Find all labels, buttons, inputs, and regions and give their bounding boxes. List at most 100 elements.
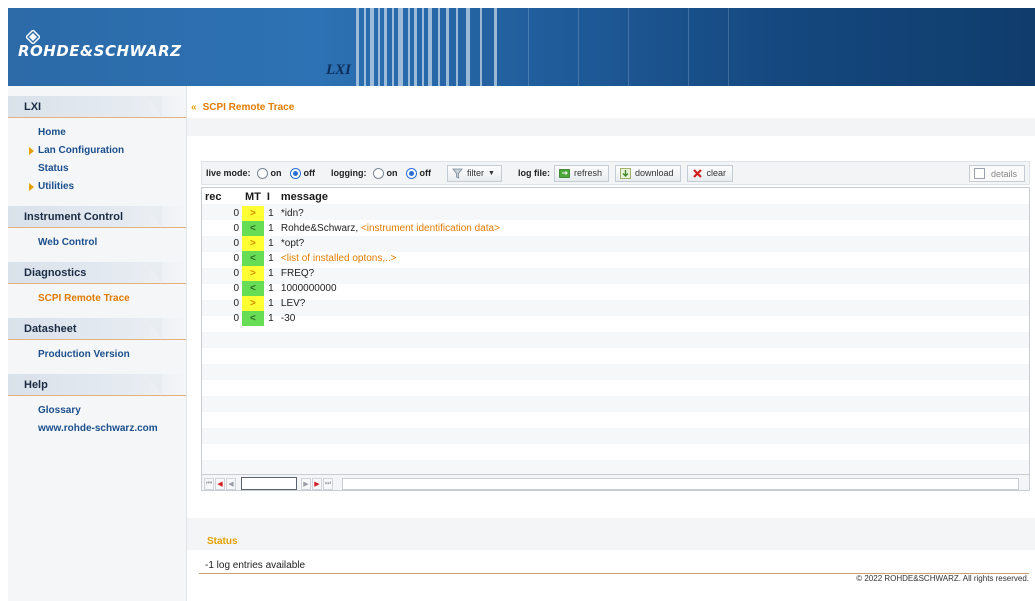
table-row[interactable]: 0 > 1 *opt?: [202, 236, 503, 251]
column-header-rec[interactable]: rec: [202, 188, 242, 206]
sidebar-item-label: Utilities: [38, 181, 75, 192]
cell-message: LEV?: [278, 296, 503, 311]
live-mode-on-label: on: [270, 168, 282, 178]
cell-mt: <: [242, 311, 264, 326]
trace-pager: ⏮ ◀ ◀ ▶ ▶ ⏭: [202, 474, 1029, 490]
table-row[interactable]: 0 < 1 1000000000: [202, 281, 503, 296]
download-button[interactable]: download: [614, 164, 681, 182]
refresh-icon: [559, 168, 570, 178]
first-page-icon[interactable]: ⏮: [204, 477, 214, 490]
copyright: © 2022 ROHDE&SCHWARZ. All rights reserve…: [856, 574, 1029, 583]
cell-level: 1: [268, 313, 274, 324]
message-text: -30: [280, 313, 296, 324]
sidebar-section-instrument-control: Instrument Control: [8, 206, 186, 228]
prev-page-icon[interactable]: ◀: [226, 477, 236, 490]
column-header-mt[interactable]: MT: [242, 188, 264, 206]
table-row[interactable]: 0 < 1 <list of installed optons,..>: [202, 251, 503, 266]
cell-message: 1000000000: [278, 281, 503, 296]
logging-label: logging:: [331, 168, 367, 178]
cell-rec: 0: [233, 223, 239, 234]
sidebar-item-status[interactable]: Status: [8, 160, 186, 178]
message-text: *opt?: [280, 238, 305, 249]
filter-button[interactable]: filter ▼: [447, 164, 502, 182]
sidebar-section-datasheet: Datasheet: [8, 318, 186, 340]
refresh-label: refresh: [573, 168, 602, 178]
cell-level: 1: [268, 208, 274, 219]
brand-logo[interactable]: ROHDE&SCHWARZ: [18, 42, 182, 60]
sidebar-item-glossary[interactable]: Glossary: [8, 402, 186, 420]
sidebar-item-production-version[interactable]: Production Version: [8, 346, 186, 364]
download-icon: [620, 167, 631, 179]
table-row[interactable]: 0 > 1 LEV?: [202, 296, 503, 311]
lxi-logo: LXI: [326, 62, 352, 78]
live-mode-off-radio[interactable]: [289, 167, 301, 179]
sidebar-item-website[interactable]: www.rohde-schwarz.com: [8, 420, 186, 438]
live-mode-label: live mode:: [206, 168, 251, 178]
cell-mt: >: [242, 206, 264, 221]
page-number-input[interactable]: [241, 477, 297, 490]
cell-message: *idn?: [278, 206, 503, 221]
cell-message: Rohde&Schwarz, <instrument identificatio…: [278, 221, 503, 236]
fast-forward-icon[interactable]: ▶: [312, 477, 322, 490]
sidebar-section-diagnostics: Diagnostics: [8, 262, 186, 284]
cell-level: 1: [268, 283, 274, 294]
cell-rec: 0: [233, 253, 239, 264]
cell-rec: 0: [233, 298, 239, 309]
table-row[interactable]: 0 > 1 FREQ?: [202, 266, 503, 281]
column-header-level[interactable]: I: [264, 188, 278, 206]
sidebar-item-lan-configuration[interactable]: Lan Configuration: [8, 142, 186, 160]
sidebar-section-lxi: LXI: [8, 96, 186, 118]
download-label: download: [634, 168, 674, 178]
sidebar-item-label: SCPI Remote Trace: [38, 293, 130, 304]
sidebar-item-home[interactable]: Home: [8, 124, 186, 142]
filter-icon: [452, 168, 463, 179]
column-header-message[interactable]: message: [278, 188, 503, 206]
trace-toolbar: live mode: on off logging: on off filter…: [201, 161, 1030, 185]
details-label: details: [991, 168, 1018, 179]
clear-label: clear: [706, 168, 727, 178]
logging-off-radio[interactable]: [405, 167, 417, 179]
sidebar-item-web-control[interactable]: Web Control: [8, 234, 186, 252]
cell-mt: <: [242, 281, 264, 296]
trace-table: rec MT I message 0 > 1 *idn? 0 < 1 Rohde…: [202, 188, 503, 326]
status-band: [187, 518, 1035, 550]
fast-back-icon[interactable]: ◀: [215, 477, 225, 490]
sidebar-item-utilities[interactable]: Utilities: [8, 178, 186, 196]
clear-button[interactable]: clear: [686, 164, 734, 182]
log-file-label: log file:: [517, 168, 550, 178]
message-text: Rohde&Schwarz,: [280, 223, 359, 234]
header-banner: ROHDE&SCHWARZ LXI: [8, 8, 1035, 86]
cell-level: 1: [268, 298, 274, 309]
last-page-icon[interactable]: ⏭: [323, 477, 333, 490]
filter-label: filter: [467, 168, 485, 178]
cell-rec: 0: [233, 208, 239, 219]
cell-level: 1: [268, 253, 274, 264]
table-row[interactable]: 0 > 1 *idn?: [202, 206, 503, 221]
back-chevron-icon[interactable]: «: [191, 102, 197, 113]
table-row[interactable]: 0 < 1 Rohde&Schwarz, <instrument identif…: [202, 221, 503, 236]
trace-header-row: rec MT I message: [202, 188, 503, 206]
cell-level: 1: [268, 223, 274, 234]
cell-message: <list of installed optons,..>: [278, 251, 503, 266]
refresh-button[interactable]: refresh: [553, 164, 609, 182]
trace-panel: rec MT I message 0 > 1 *idn? 0 < 1 Rohde…: [201, 187, 1030, 491]
cell-message: FREQ?: [278, 266, 503, 281]
table-row[interactable]: 0 < 1 -30: [202, 311, 503, 326]
message-text: 1000000000: [280, 283, 337, 294]
page-progress-bar[interactable]: [342, 477, 1019, 490]
cell-mt: >: [242, 236, 264, 251]
sidebar-item-label: Web Control: [38, 237, 98, 248]
sidebar-item-label: Status: [38, 163, 69, 174]
logging-on-radio[interactable]: [372, 167, 384, 179]
details-button[interactable]: details: [969, 165, 1025, 182]
sidebar-item-label: www.rohde-schwarz.com: [38, 423, 158, 434]
status-text: -1 log entries available: [205, 560, 306, 571]
cell-mt: >: [242, 266, 264, 281]
sidebar-item-scpi-remote-trace[interactable]: SCPI Remote Trace: [8, 290, 186, 308]
banner-stripes: [356, 8, 756, 86]
next-page-icon[interactable]: ▶: [301, 477, 311, 490]
message-extra: <list of installed optons,..>: [280, 253, 397, 264]
page-title: SCPI Remote Trace: [202, 102, 295, 113]
live-mode-on-radio[interactable]: [256, 167, 268, 179]
title-band: [187, 118, 1035, 136]
